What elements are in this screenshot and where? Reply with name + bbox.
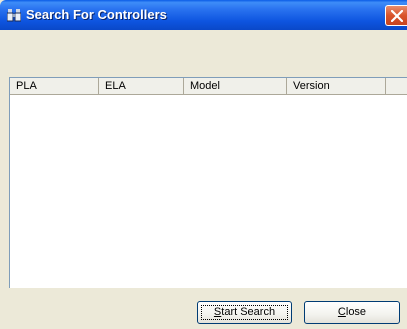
title-bar[interactable]: Search For Controllers <box>0 0 407 30</box>
column-header-model[interactable]: Model <box>184 78 287 94</box>
close-button[interactable]: Close <box>304 301 400 324</box>
start-search-button[interactable]: Start Search <box>197 301 292 324</box>
search-dialog: Search For Controllers PLA ELA Model Ver… <box>0 0 407 329</box>
controllers-list[interactable]: PLA ELA Model Version <box>9 77 407 288</box>
column-header-ela[interactable]: ELA <box>99 78 184 94</box>
close-mnemonic: C <box>337 306 346 318</box>
binoculars-icon <box>7 9 21 22</box>
column-header-pla[interactable]: PLA <box>10 78 99 94</box>
list-header: PLA ELA Model Version <box>10 78 407 95</box>
window-title: Search For Controllers <box>26 7 167 22</box>
close-icon <box>391 10 403 22</box>
focus-rectangle <box>201 305 288 320</box>
close-label: lose <box>345 306 367 318</box>
close-window-button[interactable] <box>385 5 407 26</box>
column-header-version[interactable]: Version <box>287 78 386 94</box>
